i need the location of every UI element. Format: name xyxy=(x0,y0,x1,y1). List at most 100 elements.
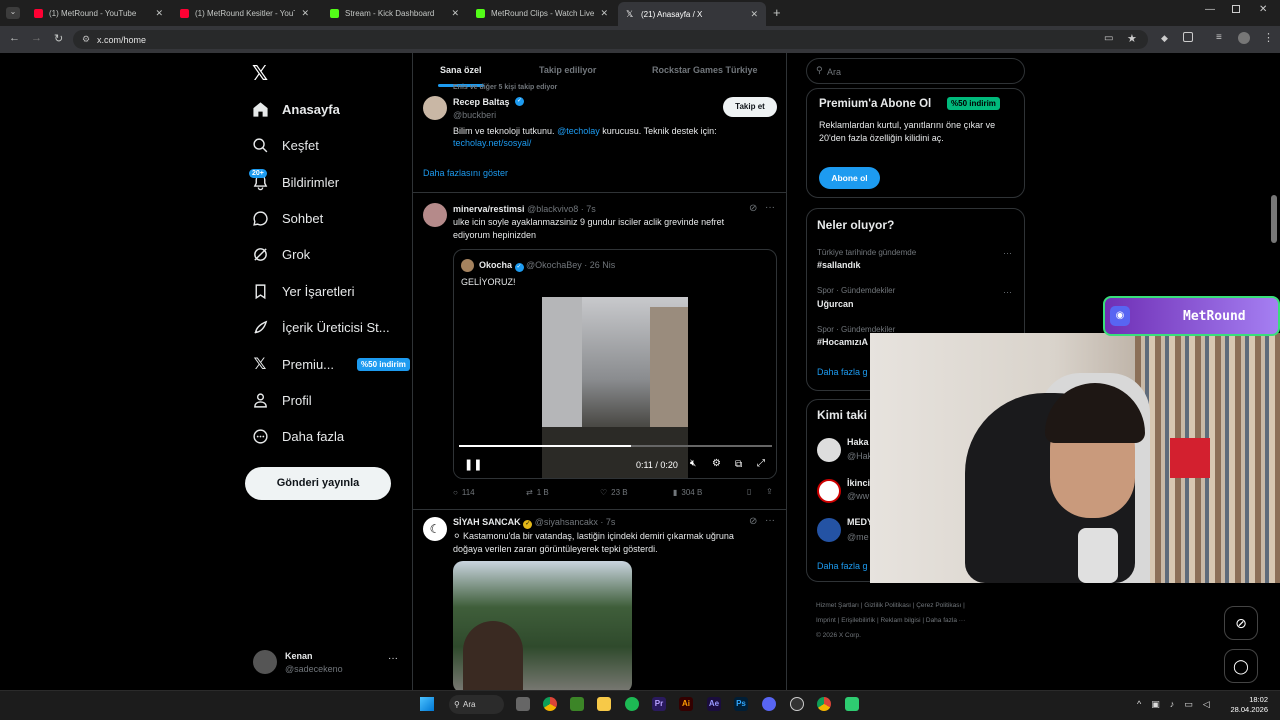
quoted-post[interactable]: Okocha ✓ @OkochaBey · 26 Nis GELİYORUZ! … xyxy=(453,249,777,479)
address-bar[interactable]: ⚙ x.com/home ▭ ★ xyxy=(73,30,1148,49)
browser-tab[interactable]: (1) MetRound - YouTube ✕ xyxy=(26,4,171,22)
account-switcher[interactable]: Kenan @sadecekeno ··· xyxy=(248,645,403,681)
sidebar-item-premium[interactable]: 𝕏 Premiu... %50 indirim xyxy=(250,352,410,376)
grok-floating-button[interactable]: ⊘ xyxy=(1224,606,1258,640)
browser-tab[interactable]: MetRound Clips - Watch Live on Kick✕ xyxy=(468,4,616,22)
taskbar-search[interactable]: ⚲ Ara xyxy=(449,695,504,714)
premiere-icon[interactable]: Pr xyxy=(652,697,666,711)
close-tab-icon[interactable]: ✕ xyxy=(301,8,309,19)
sidebar-item-creator-studio[interactable]: İçerik Üreticisi St... xyxy=(250,315,390,339)
close-tab-icon[interactable]: ✕ xyxy=(600,8,608,19)
avatar[interactable] xyxy=(817,479,841,503)
post-image[interactable] xyxy=(453,561,632,693)
suggestion-name[interactable]: İkinci xyxy=(847,478,870,488)
trend-item[interactable]: #sallandık xyxy=(817,260,861,270)
maximize-button[interactable] xyxy=(1232,5,1240,13)
sidebar-item-explore[interactable]: Keşfet xyxy=(250,133,319,157)
extension-icon[interactable]: ◆ xyxy=(1161,33,1168,44)
more-icon[interactable]: ··· xyxy=(765,202,775,213)
page-scrollbar[interactable] xyxy=(1271,195,1277,243)
browser-tab-active[interactable]: 𝕏 (21) Anasayfa / X ✕ xyxy=(618,2,766,26)
footer-link[interactable]: Çerez Politikası xyxy=(916,602,961,609)
system-tray[interactable]: ^▣♪▭◁ xyxy=(1137,699,1220,710)
cast-icon[interactable]: ▭ xyxy=(1104,33,1113,44)
browser-menu-icon[interactable]: ⋮ xyxy=(1263,31,1274,44)
subscribe-button[interactable]: Abone ol xyxy=(819,167,880,189)
obs-icon[interactable] xyxy=(790,697,804,711)
search-input[interactable]: ⚲ Ara xyxy=(806,58,1025,84)
media-control-icon[interactable]: ≡ xyxy=(1216,32,1222,43)
avatar[interactable] xyxy=(817,438,841,462)
minecraft-icon[interactable] xyxy=(570,697,584,711)
more-icon[interactable]: ··· xyxy=(1003,287,1012,297)
illustrator-icon[interactable]: Ai xyxy=(679,697,693,711)
close-tab-icon[interactable]: ✕ xyxy=(451,8,459,19)
bookmark-icon[interactable]: ▯ xyxy=(747,487,751,496)
chrome-icon[interactable] xyxy=(817,697,831,711)
more-icon[interactable]: ··· xyxy=(1003,248,1012,258)
footer-link[interactable]: Gizlilik Politikası xyxy=(864,602,911,609)
close-tab-icon[interactable]: ✕ xyxy=(750,9,758,20)
chrome-icon[interactable] xyxy=(543,697,557,711)
task-view-icon[interactable] xyxy=(516,697,530,711)
video-player[interactable]: ❚❚ 0:11 / 0:20 🔇︎ ⚙ ⧉ ⤢ xyxy=(454,297,776,478)
show-more-link[interactable]: Daha fazlasını göster xyxy=(423,168,508,178)
more-icon[interactable]: ··· xyxy=(388,653,398,664)
discord-icon[interactable] xyxy=(762,697,776,711)
sidebar-item-chat[interactable]: Sohbet xyxy=(250,206,323,230)
suggested-user-name[interactable]: Recep Baltaş xyxy=(453,97,510,107)
site-info-icon[interactable]: ⚙ xyxy=(82,34,90,45)
avatar[interactable]: ☾ xyxy=(423,517,447,541)
video-progress-track[interactable] xyxy=(459,445,772,447)
repost-button[interactable]: ⇄ 1 B xyxy=(526,488,549,497)
browser-tab[interactable]: (1) MetRound Kesitler - YouTube✕ xyxy=(172,4,317,22)
clock[interactable]: 18:02 28.04.2026 xyxy=(1230,695,1268,715)
post-button[interactable]: Gönderi yayınla xyxy=(245,467,391,500)
tab-for-you[interactable]: Sana özel xyxy=(440,65,482,75)
forward-icon[interactable]: → xyxy=(31,32,42,44)
avatar[interactable] xyxy=(423,96,447,120)
after-effects-icon[interactable]: Ae xyxy=(707,697,721,711)
footer-link[interactable]: Hizmet Şartları xyxy=(816,602,859,609)
more-icon[interactable]: ··· xyxy=(765,515,775,526)
back-icon[interactable]: ← xyxy=(9,32,20,44)
share-icon[interactable]: ⇪ xyxy=(766,487,773,496)
windows-start-icon[interactable] xyxy=(420,697,434,711)
reply-button[interactable]: ○ 114 xyxy=(453,488,475,497)
views-button[interactable]: ▮ 304 B xyxy=(673,488,702,497)
new-tab-button[interactable]: + xyxy=(773,5,781,20)
settings-icon[interactable]: ⚙ xyxy=(712,458,721,469)
sidebar-item-more[interactable]: Daha fazla xyxy=(250,424,344,448)
pip-icon[interactable]: ⧉ xyxy=(735,459,742,470)
post-author-name[interactable]: minerva/restimsi xyxy=(453,204,525,214)
post-author-name[interactable]: SİYAH SANCAK xyxy=(453,517,521,527)
trend-item[interactable]: Uğurcan xyxy=(817,299,854,309)
app-icon[interactable] xyxy=(845,697,859,711)
sidebar-item-home[interactable]: Anasayfa xyxy=(250,97,340,121)
sidebar-item-grok[interactable]: Grok xyxy=(250,242,310,266)
follow-button[interactable]: Takip et xyxy=(723,97,777,117)
x-logo-icon[interactable]: 𝕏 xyxy=(252,61,268,86)
tab-following[interactable]: Takip ediliyor xyxy=(539,65,596,75)
sidebar-item-profile[interactable]: Profil xyxy=(250,388,312,412)
footer-link[interactable]: Imprint xyxy=(816,617,836,624)
file-explorer-icon[interactable] xyxy=(597,697,611,711)
show-more-suggestions-link[interactable]: Daha fazla g xyxy=(817,561,868,571)
close-tab-icon[interactable]: ✕ xyxy=(155,8,163,19)
sidebar-item-notifications[interactable]: 20+ Bildirimler xyxy=(249,169,339,194)
trend-item[interactable]: #HocamızıA xyxy=(817,337,868,347)
avatar[interactable] xyxy=(817,518,841,542)
footer-link[interactable]: Erişilebilirlik xyxy=(841,617,875,624)
spotify-icon[interactable] xyxy=(625,697,639,711)
bookmark-star-icon[interactable]: ★ xyxy=(1127,32,1137,45)
footer-link[interactable]: Daha fazla ··· xyxy=(926,617,965,624)
sidebar-item-bookmarks[interactable]: Yer İşaretleri xyxy=(250,279,355,303)
photoshop-icon[interactable]: Ps xyxy=(734,697,748,711)
tab-rockstar[interactable]: Rockstar Games Türkiye xyxy=(652,65,758,75)
grok-icon[interactable]: ⊘ xyxy=(749,203,757,214)
pause-icon[interactable]: ❚❚ xyxy=(464,458,482,471)
profile-avatar[interactable] xyxy=(1238,32,1250,44)
fullscreen-icon[interactable]: ⤢ xyxy=(757,458,765,469)
grok-icon[interactable]: ⊘ xyxy=(749,516,757,527)
messages-floating-button[interactable]: ◯ xyxy=(1224,649,1258,683)
